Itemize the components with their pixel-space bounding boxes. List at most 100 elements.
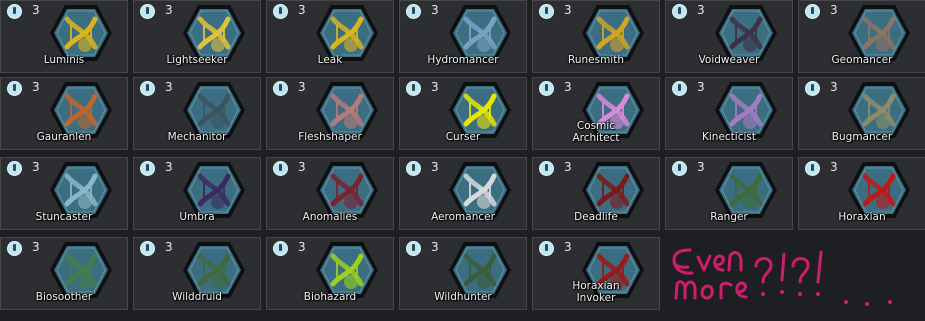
card-label: Horaxian: [838, 211, 886, 223]
power-icon: [406, 161, 421, 176]
card-curser[interactable]: 3 Curser: [399, 77, 527, 150]
card-cost: 3: [431, 80, 439, 94]
card-cost: 3: [165, 80, 173, 94]
card-voidweaver[interactable]: 3 Voidweaver: [665, 0, 793, 73]
power-icon: [273, 161, 288, 176]
card-cost: 3: [564, 3, 572, 17]
card-label: Biohazard: [303, 291, 357, 303]
card-cost: 3: [165, 160, 173, 174]
card-label: Mechanitor: [167, 131, 227, 143]
card-kinecticist[interactable]: 3 Kinecticist: [665, 77, 793, 150]
card-biohazard[interactable]: 3 Biohazard: [266, 237, 394, 310]
power-icon: [539, 161, 554, 176]
card-label: Biosoother: [35, 291, 93, 303]
card-stuncaster[interactable]: 3 Stuncaster: [0, 157, 128, 230]
card-label: Lightseeker: [166, 54, 228, 66]
card-cost: 3: [431, 3, 439, 17]
power-icon: [672, 81, 687, 96]
card-cost: 3: [830, 160, 838, 174]
card-ranger[interactable]: 3 Ranger: [665, 157, 793, 230]
card-label: Umbra: [179, 211, 215, 223]
card-hydromancer[interactable]: 3 Hydromancer: [399, 0, 527, 73]
card-leak[interactable]: 3 Leak: [266, 0, 394, 73]
card-cost: 3: [431, 240, 439, 254]
power-icon: [140, 241, 155, 256]
card-wilddruid[interactable]: 3 Wilddruid: [133, 237, 261, 310]
card-label: Bugmancer: [831, 131, 893, 143]
card-label: Anomalies: [302, 211, 358, 223]
power-icon: [140, 4, 155, 19]
card-label: Luminis: [43, 54, 85, 66]
card-cost: 3: [697, 160, 705, 174]
power-icon: [672, 161, 687, 176]
card-horaxian[interactable]: 3 Horaxian: [798, 157, 925, 230]
card-aeromancer[interactable]: 3 Aeromancer: [399, 157, 527, 230]
card-cosmic-architect[interactable]: 3 Cosmic Architect: [532, 77, 660, 150]
card-umbra[interactable]: 3 Umbra: [133, 157, 261, 230]
power-icon: [805, 81, 820, 96]
card-label: Stuncaster: [35, 211, 93, 223]
power-icon: [273, 81, 288, 96]
card-cost: 3: [431, 160, 439, 174]
power-icon: [7, 241, 22, 256]
card-label-line2: Architect: [572, 132, 620, 144]
card-label: Wildhunter: [434, 291, 492, 303]
power-icon: [7, 4, 22, 19]
card-label: Fleshshaper: [298, 131, 362, 143]
power-icon: [273, 241, 288, 256]
power-icon: [406, 4, 421, 19]
card-anomalies[interactable]: 3 Anomalies: [266, 157, 394, 230]
card-geomancer[interactable]: 3 Geomancer: [798, 0, 925, 73]
power-icon: [140, 81, 155, 96]
card-label-line1: Cosmic: [576, 120, 616, 132]
power-icon: [539, 241, 554, 256]
power-icon: [273, 4, 288, 19]
power-icon: [539, 81, 554, 96]
card-label-line1: Horaxian: [572, 280, 620, 292]
power-icon: [406, 81, 421, 96]
card-label: Gauranlen: [36, 131, 92, 143]
card-label: Aeromancer: [431, 211, 495, 223]
card-lightseeker[interactable]: 3 Lightseeker: [133, 0, 261, 73]
handwritten-note-scribble: [672, 248, 892, 306]
card-fleshshaper[interactable]: 3 Fleshshaper: [266, 77, 394, 150]
power-icon: [805, 161, 820, 176]
card-cost: 3: [564, 160, 572, 174]
card-cost: 3: [165, 3, 173, 17]
power-icon: [672, 4, 687, 19]
card-runesmith[interactable]: 3 Runesmith: [532, 0, 660, 73]
card-bugmancer[interactable]: 3 Bugmancer: [798, 77, 925, 150]
card-label: Kinecticist: [701, 131, 756, 143]
card-deadlife[interactable]: 3 Deadlife: [532, 157, 660, 230]
card-cost: 3: [830, 3, 838, 17]
power-icon: [406, 241, 421, 256]
card-cost: 3: [298, 160, 306, 174]
card-label: Runesmith: [568, 54, 624, 66]
card-label: Hydromancer: [427, 54, 499, 66]
card-label: Geomancer: [831, 54, 893, 66]
card-horaxian-invoker[interactable]: 3 Horaxian Invoker: [532, 237, 660, 310]
power-icon: [539, 4, 554, 19]
card-cost: 3: [830, 80, 838, 94]
card-gauranlen[interactable]: 3 Gauranlen: [0, 77, 128, 150]
card-cost: 3: [564, 80, 572, 94]
card-cost: 3: [298, 3, 306, 17]
card-label: Horaxian Invoker: [533, 280, 659, 304]
card-biosoother[interactable]: 3 Biosoother: [0, 237, 128, 310]
card-cost: 3: [165, 240, 173, 254]
handwritten-note: [668, 240, 925, 321]
card-cost: 3: [32, 3, 40, 17]
card-cost: 3: [32, 80, 40, 94]
card-cost: 3: [32, 240, 40, 254]
card-wildhunter[interactable]: 3 Wildhunter: [399, 237, 527, 310]
power-icon: [7, 161, 22, 176]
card-cost: 3: [298, 240, 306, 254]
card-label: Ranger: [710, 211, 748, 223]
card-luminis[interactable]: 3 Luminis: [0, 0, 128, 73]
power-icon: [805, 4, 820, 19]
card-label: Wilddruid: [172, 291, 222, 303]
card-mechanitor[interactable]: 3 Mechanitor: [133, 77, 261, 150]
card-cost: 3: [697, 3, 705, 17]
card-label: Deadlife: [574, 211, 618, 223]
card-label: Cosmic Architect: [533, 120, 659, 144]
